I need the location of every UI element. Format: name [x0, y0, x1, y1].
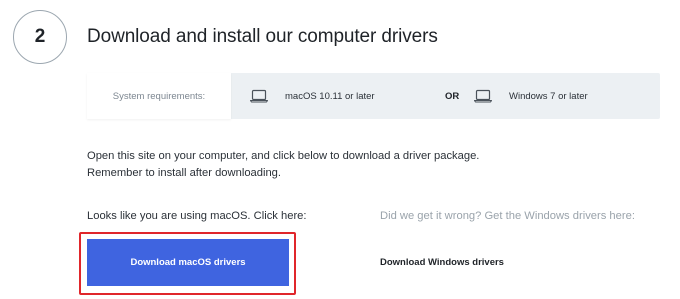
laptop-icon — [250, 89, 268, 103]
instructions: Open this site on your computer, and cli… — [87, 148, 479, 182]
laptop-icon — [474, 89, 492, 103]
step-number: 2 — [34, 26, 46, 47]
download-macos-drivers-button[interactable]: Download macOS drivers — [87, 239, 289, 286]
download-windows-drivers-link[interactable]: Download Windows drivers — [380, 257, 504, 268]
macos-requirement: macOS 10.11 or later — [285, 91, 375, 102]
detected-os-text: Looks like you are using macOS. Click he… — [87, 210, 307, 222]
windows-requirement: Windows 7 or later — [509, 91, 588, 102]
step-number-badge: 2 — [13, 10, 67, 64]
or-separator: OR — [445, 91, 460, 102]
system-requirements-label: System requirements: — [87, 73, 231, 119]
step-title: Download and install our computer driver… — [87, 26, 438, 47]
wrong-os-text: Did we get it wrong? Get the Windows dri… — [380, 210, 635, 222]
system-requirements-bar: System requirements: macOS 10.11 or late… — [87, 73, 660, 119]
download-macos-drivers-label: Download macOS drivers — [130, 257, 246, 268]
system-requirements-label-text: System requirements: — [112, 90, 206, 102]
instructions-line-1: Open this site on your computer, and cli… — [87, 150, 480, 162]
instructions-line-2: Remember to install after downloading. — [87, 167, 282, 179]
